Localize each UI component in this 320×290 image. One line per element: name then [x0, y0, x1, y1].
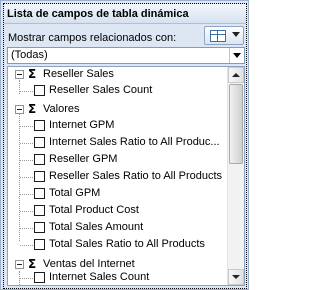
field-checkbox[interactable] [34, 272, 45, 283]
group-row-valores: Σ Valores [8, 102, 227, 118]
panel-title-bar: Lista de campos de tabla dinámica [4, 4, 246, 24]
field-row[interactable]: Reseller Sales Ratio to All Products [8, 169, 227, 185]
field-label: Total Sales Amount [49, 221, 144, 233]
field-label: Reseller GPM [49, 153, 118, 165]
field-tree: Σ Reseller Sales Reseller Sales Count Σ … [8, 67, 227, 285]
field-label: Total Product Cost [49, 204, 139, 216]
group-label: Ventas del Internet [43, 258, 135, 270]
collapse-toggle-icon[interactable] [15, 105, 24, 114]
field-row[interactable]: Internet GPM [8, 118, 227, 134]
tree-guide [20, 278, 33, 279]
field-label: Internet Sales Ratio to All Produc... [49, 136, 220, 148]
tree-guide [20, 245, 33, 246]
related-fields-dropdown[interactable]: (Todas) [7, 47, 245, 64]
scroll-thumb[interactable] [229, 84, 243, 164]
tree-guide [20, 211, 33, 212]
dropdown-arrow-icon[interactable] [229, 48, 244, 63]
field-checkbox[interactable] [34, 239, 45, 250]
collapse-toggle-icon[interactable] [15, 260, 24, 269]
tree-guide [20, 91, 33, 92]
field-checkbox[interactable] [34, 205, 45, 216]
field-checkbox[interactable] [34, 222, 45, 233]
field-row[interactable]: Reseller GPM [8, 152, 227, 168]
field-label: Total Sales Ratio to All Products [49, 238, 205, 250]
field-list[interactable]: Σ Reseller Sales Reseller Sales Count Σ … [7, 66, 245, 286]
field-checkbox[interactable] [34, 188, 45, 199]
field-checkbox[interactable] [34, 120, 45, 131]
sigma-icon: Σ [28, 257, 37, 271]
group-row-reseller-sales: Σ Reseller Sales [8, 67, 227, 83]
tree-guide [20, 177, 33, 178]
dropdown-selected-value: (Todas) [11, 49, 48, 61]
tree-guide [20, 228, 33, 229]
field-checkbox[interactable] [34, 137, 45, 148]
field-label: Total GPM [49, 187, 101, 199]
field-label: Reseller Sales Ratio to All Products [49, 170, 223, 182]
field-list-layout-icon [210, 30, 226, 42]
sigma-icon: Σ [28, 67, 37, 81]
vertical-scrollbar[interactable] [227, 67, 244, 285]
group-label: Valores [43, 103, 80, 115]
field-checkbox[interactable] [34, 154, 45, 165]
field-row[interactable]: Internet Sales Count [8, 270, 227, 285]
tree-guide [20, 143, 33, 144]
field-row[interactable]: Total Sales Amount [8, 220, 227, 236]
scroll-down-icon[interactable] [228, 269, 244, 285]
field-row[interactable]: Total Product Cost [8, 203, 227, 219]
related-fields-label: Mostrar campos relacionados con: [8, 32, 177, 44]
field-checkbox[interactable] [34, 85, 45, 96]
panel-title: Lista de campos de tabla dinámica [7, 8, 189, 20]
field-checkbox[interactable] [34, 171, 45, 182]
field-list-layout-button[interactable] [204, 26, 244, 45]
scroll-up-icon[interactable] [228, 67, 244, 83]
field-row[interactable]: Internet Sales Ratio to All Produc... [8, 135, 227, 151]
field-row[interactable]: Reseller Sales Count [8, 83, 227, 99]
tree-guide [20, 160, 33, 161]
tree-guide [20, 126, 33, 127]
field-row[interactable]: Total GPM [8, 186, 227, 202]
field-label: Reseller Sales Count [49, 84, 153, 96]
tree-guide [20, 194, 33, 195]
sigma-icon: Σ [28, 102, 37, 116]
field-label: Internet Sales Count [49, 271, 150, 283]
field-label: Internet GPM [49, 119, 115, 131]
group-label: Reseller Sales [43, 68, 114, 80]
chevron-down-icon [232, 32, 240, 37]
field-row[interactable]: Total Sales Ratio to All Products [8, 237, 227, 253]
collapse-toggle-icon[interactable] [15, 70, 24, 79]
pivot-field-list-panel: Lista de campos de tabla dinámica Mostra… [0, 0, 249, 290]
